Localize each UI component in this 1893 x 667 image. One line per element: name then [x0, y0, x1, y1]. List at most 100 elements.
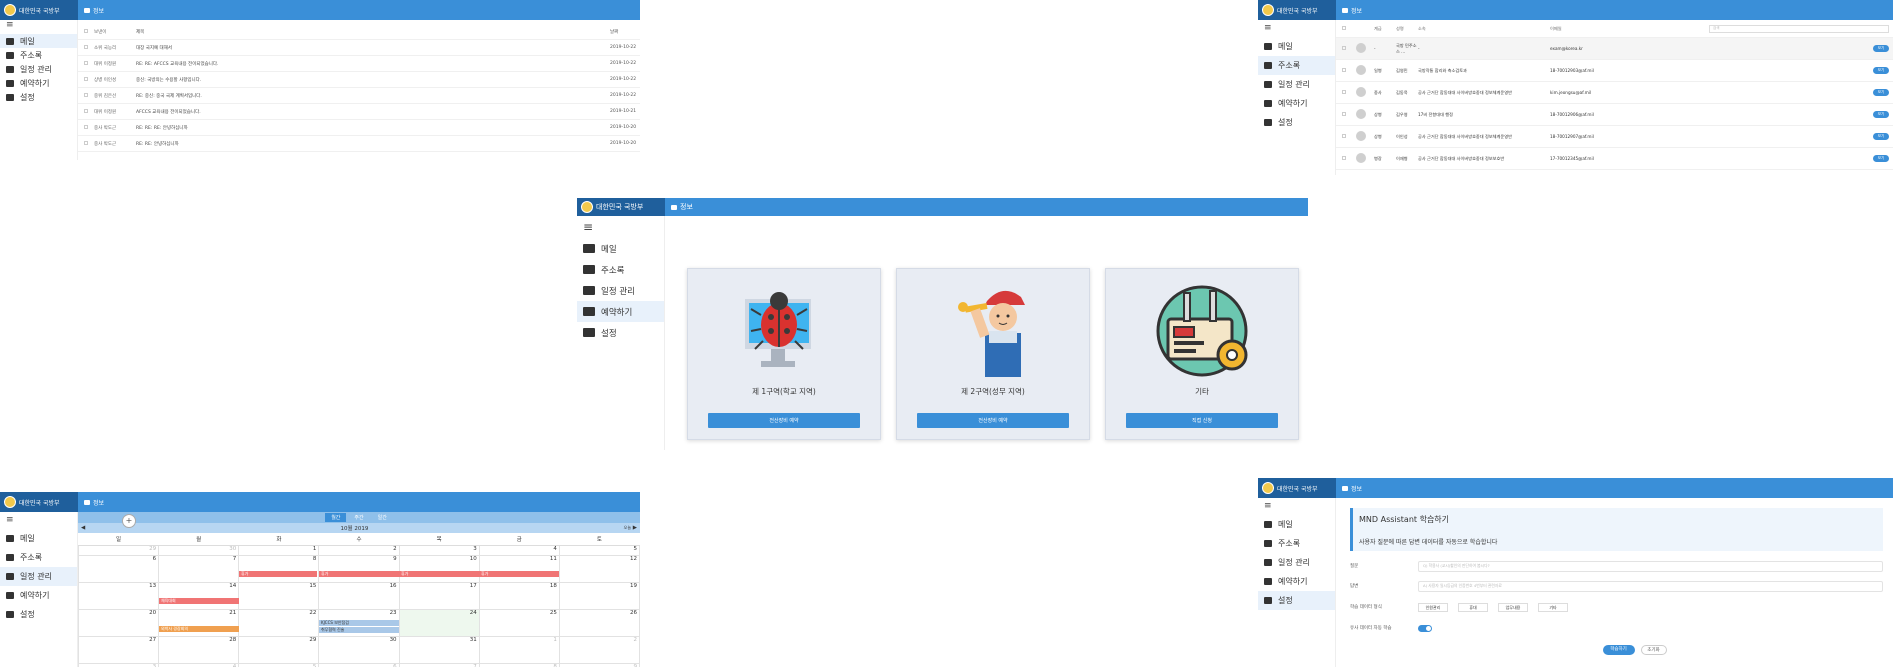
type-option[interactable]: 업무내용	[1498, 602, 1528, 612]
calendar-day[interactable]: 8	[238, 554, 320, 583]
question-input[interactable]: Q) 학용사 (교시)할인의 판단하여 봅시다?	[1418, 560, 1883, 572]
sidebar-item-schedule[interactable]: 일정 관리	[1258, 75, 1335, 94]
calendar-day[interactable]: 6	[77, 554, 160, 583]
prev-month-icon[interactable]: ◀	[81, 525, 85, 531]
sidebar-item-settings[interactable]: 설정	[0, 90, 77, 104]
row-checkbox[interactable]	[1342, 68, 1356, 73]
sidebar-item-mail[interactable]: 메일	[1258, 37, 1335, 56]
sidebar-item-reserve[interactable]: 예약하기	[1258, 94, 1335, 113]
contact-row[interactable]: 중사 김동욱 공사 근거단 합동대대 사이버방호중대 정보체계운영반 kim.jeon…	[1336, 82, 1893, 104]
mail-subject[interactable]: RE: RE: RE: 안녕하십니까	[136, 125, 610, 131]
type-option[interactable]: 인원관리	[1418, 602, 1448, 612]
col-subject[interactable]: 제목	[136, 29, 610, 35]
reserve-button[interactable]: 직접 신청	[1126, 413, 1278, 428]
calendar-day[interactable]: 5	[558, 544, 640, 556]
contact-row[interactable]: 상병 이인성 공사 근거단 합동대대 사이버방호중대 정보체계운영반 18-70012…	[1336, 126, 1893, 148]
calendar-day[interactable]: 29	[238, 635, 320, 664]
calendar-day[interactable]: 13	[77, 581, 160, 610]
view-button[interactable]: 보기	[1873, 45, 1889, 52]
calendar-day[interactable]: 14	[158, 581, 240, 610]
view-button[interactable]: 보기	[1873, 133, 1889, 140]
auto-learn-toggle[interactable]	[1418, 624, 1432, 632]
sidebar-item-mail[interactable]: 메일	[0, 529, 77, 548]
calendar-day[interactable]: 4	[158, 662, 240, 667]
hamburger-icon[interactable]: ≡	[0, 515, 77, 529]
col-unit[interactable]: 소속	[1418, 26, 1550, 32]
sidebar-item-mail[interactable]: 메일	[1258, 515, 1335, 534]
calendar-day[interactable]: 4	[478, 544, 560, 556]
calendar-day[interactable]: 19	[558, 581, 640, 610]
calendar-day[interactable]: 1	[238, 544, 320, 556]
row-checkbox[interactable]	[1342, 134, 1356, 139]
sidebar-item-mail[interactable]: 메일	[577, 238, 664, 259]
calendar-day[interactable]: 24	[398, 608, 480, 637]
calendar-day[interactable]: 29	[77, 544, 160, 556]
view-month-button[interactable]: 월간	[325, 513, 347, 522]
zone-card-3[interactable]: 기타 직접 신청	[1105, 268, 1299, 440]
view-button[interactable]: 보기	[1873, 111, 1889, 118]
col-date[interactable]: 날짜	[610, 29, 640, 35]
row-checkbox[interactable]	[84, 140, 94, 147]
calendar-day[interactable]: 18	[478, 581, 560, 610]
calendar-day[interactable]: 20	[77, 608, 160, 637]
zone-card-2[interactable]: 제 2구역(성무 지역) 전산장비 예약	[896, 268, 1090, 440]
sidebar-item-schedule[interactable]: 일정 관리	[0, 62, 77, 76]
col-email[interactable]: 이메일	[1550, 26, 1709, 32]
row-checkbox[interactable]	[1342, 156, 1356, 161]
calendar-day[interactable]: 3	[398, 544, 480, 556]
calendar-day[interactable]: 7	[398, 662, 480, 667]
sidebar-item-reserve[interactable]: 예약하기	[0, 76, 77, 90]
calendar-day[interactable]: 6	[318, 662, 400, 667]
mail-subject[interactable]: 대장 국지예 대해서	[136, 45, 610, 51]
mail-row[interactable]: 소위 국능리 대장 국지예 대해서 2019-10-22	[78, 40, 640, 56]
sidebar-item-settings[interactable]: 설정	[1258, 113, 1335, 132]
row-checkbox[interactable]	[84, 60, 94, 67]
mail-row[interactable]: 대위 이정원 AFCCS 교육내용 전이되었습니다. 2019-10-21	[78, 104, 640, 120]
mail-subject[interactable]: RE: 중신: 중국 국제 계획서입니다.	[136, 93, 610, 99]
col-from[interactable]: 보낸이	[94, 29, 136, 35]
calendar-day[interactable]: 3	[77, 662, 160, 667]
calendar-day[interactable]: 5	[238, 662, 320, 667]
row-checkbox[interactable]	[84, 92, 94, 99]
calendar-day[interactable]: 17	[398, 581, 480, 610]
calendar-day[interactable]: 2	[558, 635, 640, 664]
calendar-day[interactable]: 7	[158, 554, 240, 583]
add-event-button[interactable]: +	[122, 514, 136, 528]
view-button[interactable]: 보기	[1873, 89, 1889, 96]
hamburger-icon[interactable]: ≡	[577, 216, 664, 238]
row-checkbox[interactable]	[1342, 46, 1356, 51]
event-bar[interactable]: 휴가	[479, 571, 559, 577]
view-button[interactable]: 보기	[1873, 155, 1889, 162]
brand-logo[interactable]: 대한민국 국방부	[577, 198, 665, 216]
calendar-day[interactable]: 22	[238, 608, 320, 637]
sidebar-item-settings[interactable]: 설정	[1258, 591, 1335, 610]
type-option[interactable]: 휴대	[1458, 602, 1488, 612]
row-checkbox[interactable]	[1342, 112, 1356, 117]
view-button[interactable]: 보기	[1873, 67, 1889, 74]
calendar-day[interactable]: 10	[398, 554, 480, 583]
calendar-day[interactable]: 27	[77, 635, 160, 664]
mail-row[interactable]: 대위 이정원 RE: RE: AFCCS 교육내용 전이되었습니다. 2019-10…	[78, 56, 640, 72]
mail-subject[interactable]: 중신: 국방의는 수용할 사항입니다.	[136, 77, 610, 83]
calendar-day[interactable]: 30	[318, 635, 400, 664]
calendar-day[interactable]: 26	[558, 608, 640, 637]
sidebar-item-contacts[interactable]: 주소록	[577, 259, 664, 280]
col-rank[interactable]: 계급	[1374, 26, 1396, 32]
mail-row[interactable]: 중위 김은선 RE: 중신: 중국 국제 계획서입니다. 2019-10-22	[78, 88, 640, 104]
event-bar[interactable]: 휴가	[239, 571, 317, 577]
mail-row[interactable]: 상병 이인성 중신: 국방의는 수용할 사항입니다. 2019-10-22	[78, 72, 640, 88]
calendar-day[interactable]: 12	[558, 554, 640, 583]
event-bar[interactable]: KJCCS 보안점검	[319, 620, 399, 626]
calendar-day[interactable]: 16	[318, 581, 400, 610]
submit-button[interactable]: 학습하기	[1602, 645, 1635, 655]
sidebar-item-contacts[interactable]: 주소록	[1258, 56, 1335, 75]
event-bar[interactable]: 외박사 경장회의	[159, 626, 239, 632]
sidebar-item-schedule[interactable]: 일정 관리	[1258, 553, 1335, 572]
contact-row[interactable]: 상병 김우영 17비 전항대대 행정 18-70012906@af.mil 보기	[1336, 104, 1893, 126]
sidebar-item-settings[interactable]: 설정	[0, 605, 77, 624]
mail-row[interactable]: 중사 박도근 RE: RE: RE: 안녕하십니까 2019-10-20	[78, 120, 640, 136]
hamburger-icon[interactable]: ≡	[0, 20, 77, 34]
brand-logo[interactable]: 대한민국 국방부	[1258, 0, 1336, 20]
calendar-day[interactable]: 9	[558, 662, 640, 667]
mail-subject[interactable]: RE: RE: 안녕하십니까	[136, 141, 610, 147]
